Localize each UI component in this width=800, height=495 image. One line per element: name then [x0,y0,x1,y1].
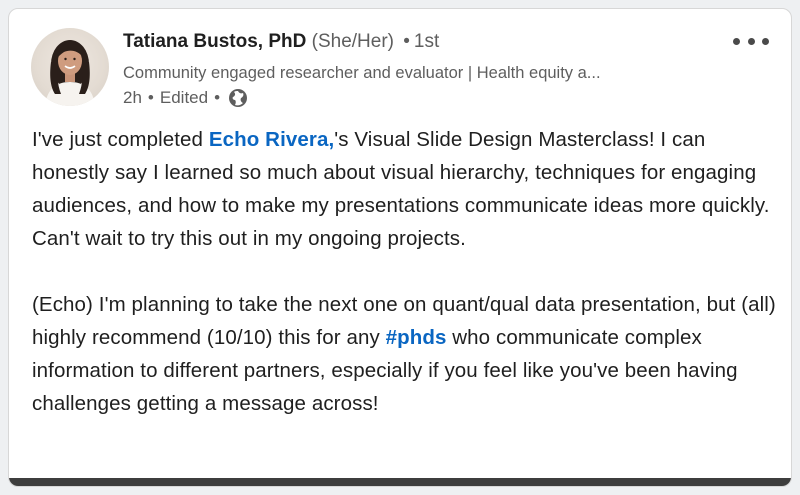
author-headline: Community engaged researcher and evaluat… [123,64,601,82]
hashtag-link[interactable]: #phds [386,326,447,349]
more-options-icon[interactable] [733,33,769,49]
more-dot [762,37,769,45]
post-paragraph-1: I've just completed Echo Rivera,'s Visua… [32,123,777,255]
post-body: I've just completed Echo Rivera,'s Visua… [32,123,777,453]
globe-icon [228,88,248,108]
author-pronouns: (She/Her) [311,31,394,52]
meta-separator-2: • [214,88,221,107]
meta-separator: • [147,88,154,107]
connection-degree: 1st [413,31,440,52]
author-line: Tatiana Bustos, PhD (She/Her) • 1st [123,31,439,53]
post-time: 2h [123,88,142,107]
mention-link[interactable]: Echo Rivera, [209,128,334,151]
degree-separator: • [403,31,410,52]
post-meta: 2h • Edited • [123,88,248,108]
author-name[interactable]: Tatiana Bustos, PhD [123,31,306,52]
more-dot [747,37,755,45]
bottom-divider [9,478,791,486]
more-dot [733,37,740,45]
post-card: Tatiana Bustos, PhD (She/Her) • 1st Commu… [8,8,792,487]
avatar[interactable] [31,28,109,106]
p1-before: I've just completed [32,128,209,151]
edited-label: Edited [159,88,209,107]
post-paragraph-2: (Echo) I'm planning to take the next one… [32,288,777,420]
